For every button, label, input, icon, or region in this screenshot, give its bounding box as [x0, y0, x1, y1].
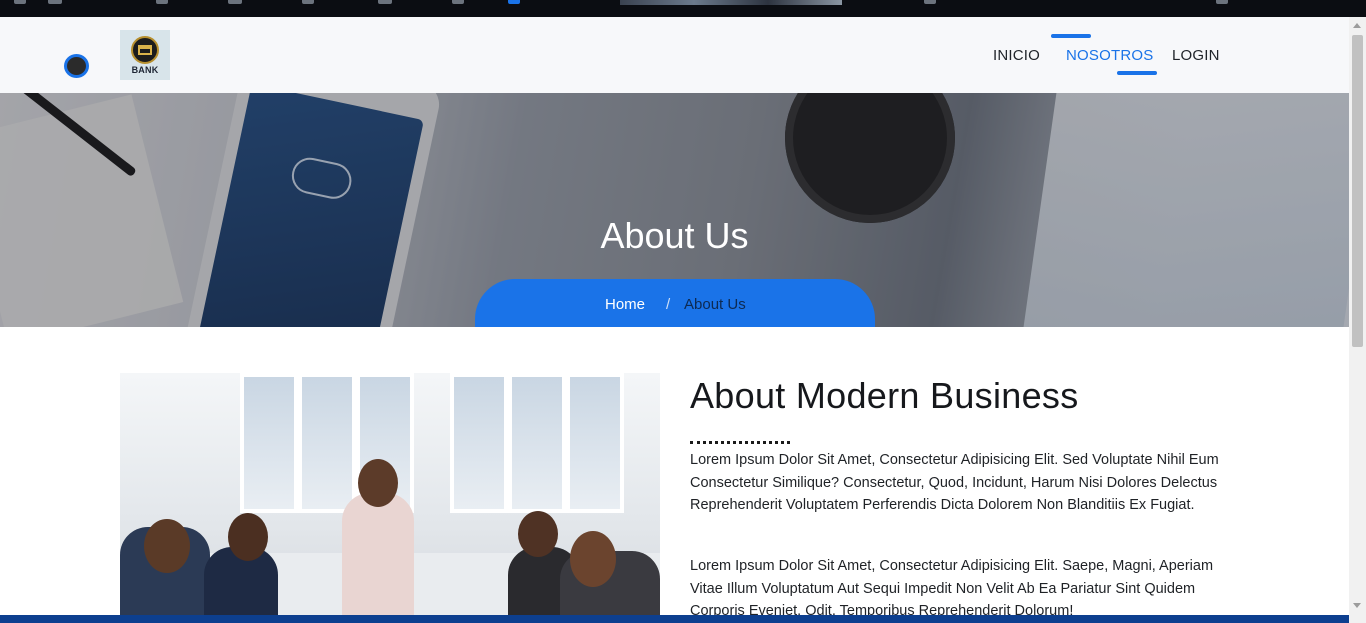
nav-link-inicio[interactable]: INICIO [993, 47, 1040, 64]
scroll-up-icon[interactable] [1353, 23, 1361, 28]
active-indicator-top [1051, 34, 1091, 38]
footer-bar [0, 615, 1349, 623]
breadcrumb-separator: / [666, 296, 671, 313]
hero-title: About Us [600, 215, 749, 256]
breadcrumb-row: Home / About Us [0, 296, 1349, 316]
breadcrumb-home-link[interactable]: Home [605, 296, 645, 313]
page-scrollbar[interactable] [1349, 17, 1366, 623]
hero-banner: About Us Home / About Us [0, 93, 1349, 327]
os-taskbar [0, 0, 1366, 17]
team-meeting-photo [120, 373, 660, 623]
scroll-down-icon[interactable] [1353, 603, 1361, 608]
active-indicator-bottom [1117, 71, 1157, 75]
scrollbar-thumb[interactable] [1352, 35, 1363, 347]
main-nav: INICIO NOSOTROS LOGIN [0, 17, 1349, 93]
about-paragraph: Lorem Ipsum Dolor Sit Amet, Consectetur … [690, 452, 1219, 513]
nav-link-nosotros[interactable]: NOSOTROS [1066, 47, 1153, 64]
heading-divider [690, 441, 790, 444]
window-thumbnail[interactable] [620, 0, 842, 5]
nav-link-login[interactable]: LOGIN [1172, 47, 1220, 64]
breadcrumb-current: About Us [684, 296, 746, 313]
page: BANK INICIO NOSOTROS LOGIN About Us Home… [0, 17, 1349, 623]
about-heading: About Modern Business [690, 375, 1079, 416]
about-paragraph: Lorem Ipsum Dolor Sit Amet, Consectetur … [690, 558, 1214, 619]
navbar: BANK INICIO NOSOTROS LOGIN [0, 17, 1349, 93]
